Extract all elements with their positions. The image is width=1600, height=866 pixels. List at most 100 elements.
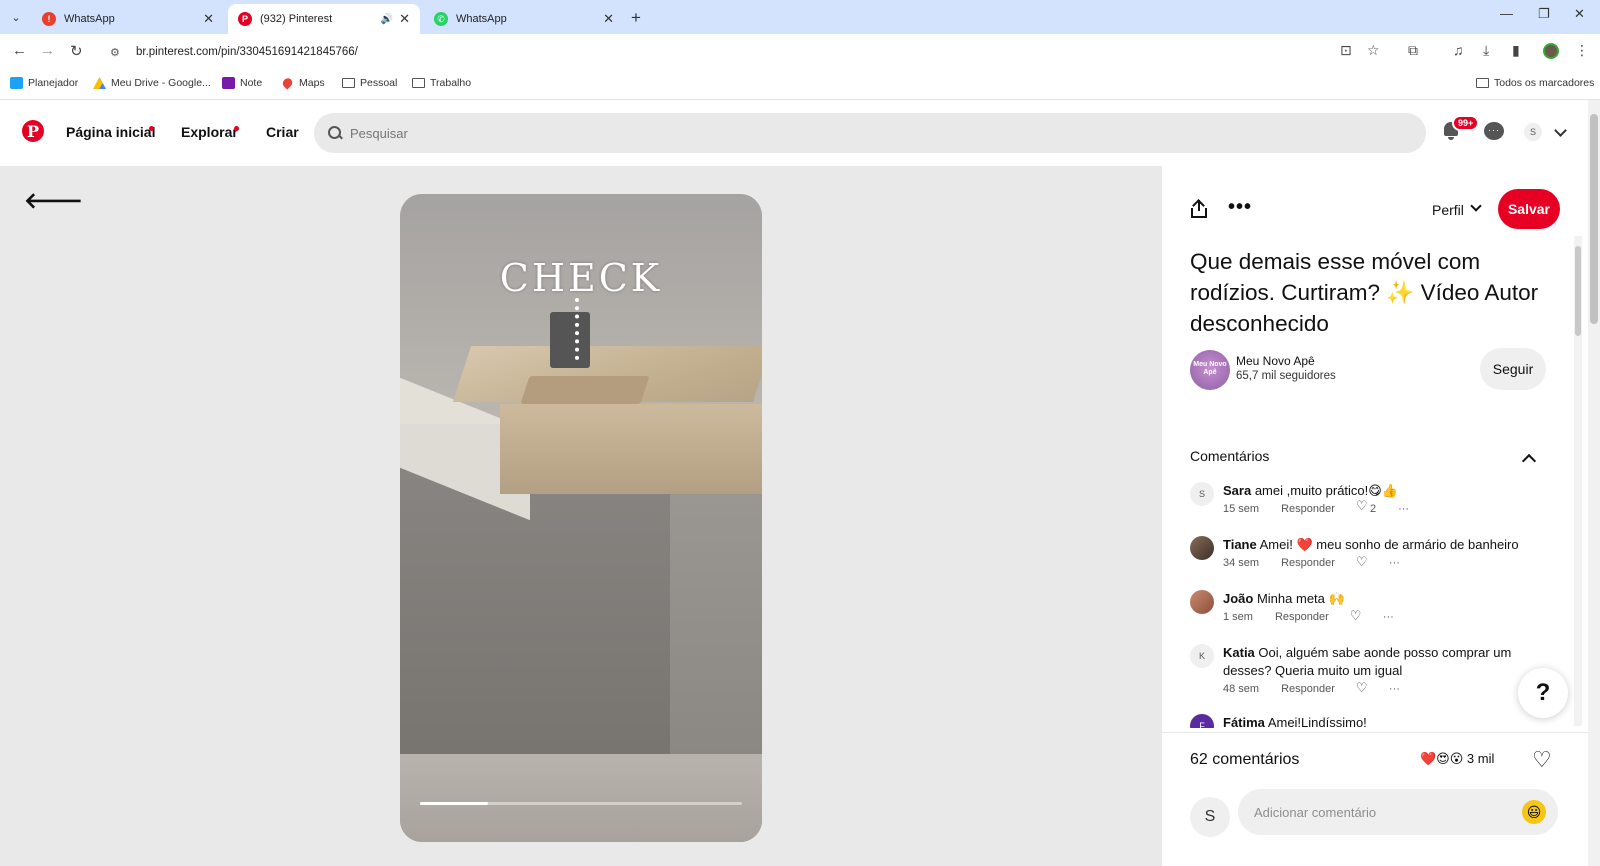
back-arrow-icon[interactable]: 🡐 <box>24 188 83 214</box>
new-tab-icon[interactable]: + <box>631 8 641 28</box>
save-button[interactable]: Salvar <box>1498 189 1560 229</box>
commenter-avatar[interactable]: K <box>1190 644 1214 668</box>
comment-like[interactable]: 2 <box>1356 498 1376 515</box>
close-tab-icon[interactable]: ✕ <box>399 11 410 27</box>
comment-more-icon[interactable]: ··· <box>1398 503 1409 515</box>
restore-icon[interactable]: ❐ <box>1538 6 1550 22</box>
all-bookmarks[interactable]: Todos os marcadores <box>1476 77 1594 89</box>
download-icon[interactable]: ⤓ <box>1483 42 1489 59</box>
add-comment-input[interactable] <box>1254 804 1494 820</box>
install-app-icon[interactable]: ⊡ <box>1340 42 1352 59</box>
nav-create[interactable]: Criar <box>266 124 299 140</box>
close-window-icon[interactable]: ✕ <box>1574 6 1585 22</box>
bookmark-folder-trabalho[interactable]: Trabalho <box>412 77 471 89</box>
share-icon[interactable] <box>1190 199 1208 218</box>
react-heart-icon[interactable]: ♡ <box>1532 747 1552 773</box>
help-button[interactable]: ? <box>1518 668 1568 718</box>
nav-explore[interactable]: Explorar <box>181 124 238 140</box>
comment-text: João Minha meta 🙌 <box>1223 590 1550 608</box>
comment-author[interactable]: Katia <box>1223 645 1255 660</box>
collapse-chevron-up-icon[interactable] <box>1521 453 1537 469</box>
nav-home[interactable]: Página inicial <box>66 124 155 140</box>
chrome-menu-icon[interactable]: ⋮ <box>1575 42 1589 59</box>
comments-scrollbar-thumb[interactable] <box>1575 246 1581 336</box>
commenter-avatar[interactable]: F <box>1190 714 1214 728</box>
heart-icon[interactable] <box>1356 680 1368 696</box>
comments-heading[interactable]: Comentários <box>1190 448 1269 464</box>
comment-more-icon[interactable]: ··· <box>1389 683 1400 695</box>
address-bar[interactable]: ⚙ br.pinterest.com/pin/33045169142184576… <box>100 38 1380 66</box>
emoji-picker-icon[interactable]: 😃 <box>1522 800 1546 824</box>
creator-followers: 65,7 mil seguidores <box>1236 370 1336 382</box>
more-options-icon[interactable]: ••• <box>1228 196 1252 219</box>
bookmark-planejador[interactable]: Planejador <box>10 77 78 89</box>
comments-scrollbar[interactable] <box>1574 236 1582 726</box>
bookmark-note[interactable]: Note <box>222 77 262 89</box>
minimize-icon[interactable]: — <box>1500 6 1513 21</box>
heart-icon[interactable] <box>1350 608 1362 624</box>
add-comment-field[interactable]: 😃 <box>1238 789 1558 835</box>
bookmark-label: Todos os marcadores <box>1494 77 1595 89</box>
search-bar[interactable] <box>314 113 1426 153</box>
reload-icon[interactable]: ↻ <box>70 42 83 60</box>
media-control-icon[interactable]: ♫ <box>1453 42 1464 58</box>
comment-more-icon[interactable]: ··· <box>1389 557 1400 569</box>
close-tab-icon[interactable]: ✕ <box>203 11 214 27</box>
comment-author[interactable]: Sara <box>1223 483 1251 498</box>
reply-link[interactable]: Responder <box>1281 683 1335 695</box>
comment-meta: 1 sem Responder ··· <box>1223 608 1394 624</box>
board-chevron-down-icon[interactable] <box>1470 200 1482 212</box>
comment-more-icon[interactable]: ··· <box>1383 611 1394 623</box>
comment-author[interactable]: Tiane <box>1223 537 1257 552</box>
bookmark-google-drive[interactable]: Meu Drive - Google... <box>93 77 211 89</box>
pinterest-logo-icon[interactable]: P <box>22 120 44 142</box>
reply-link[interactable]: Responder <box>1281 557 1335 569</box>
my-avatar[interactable]: S <box>1190 797 1230 837</box>
heart-icon <box>1356 498 1368 514</box>
reply-link[interactable]: Responder <box>1275 611 1329 623</box>
browser-tab-whatsapp-2[interactable]: ✆ WhatsApp ✕ <box>424 4 624 34</box>
speaker-icon[interactable]: 🔊 <box>381 14 393 25</box>
messages-icon[interactable]: ··· <box>1484 122 1504 140</box>
browser-tab-strip: ⌄ ! WhatsApp ✕ P (932) Pinterest 🔊 ✕ ✆ W… <box>0 0 1600 34</box>
whatsapp-favicon-icon: ✆ <box>434 12 448 26</box>
creator-avatar[interactable]: Meu Novo Apê <box>1190 350 1230 390</box>
heart-icon[interactable] <box>1356 554 1368 570</box>
search-input[interactable] <box>350 125 1350 141</box>
close-tab-icon[interactable]: ✕ <box>603 11 614 27</box>
user-avatar[interactable]: S <box>1524 123 1542 141</box>
page-scrollbar[interactable] <box>1588 100 1600 866</box>
comment-meta: 15 sem Responder 2 ··· <box>1223 498 1409 515</box>
creator-name[interactable]: Meu Novo Apê <box>1236 354 1315 368</box>
side-panel-icon[interactable]: ▮ <box>1512 42 1520 59</box>
chrome-profile-avatar[interactable] <box>1543 43 1559 59</box>
bookmark-star-icon[interactable]: ☆ <box>1367 42 1380 59</box>
browser-tab-whatsapp-1[interactable]: ! WhatsApp ✕ <box>32 4 224 34</box>
tab-search-icon[interactable]: ⌄ <box>6 7 26 27</box>
forward-arrow-icon[interactable]: → <box>40 42 55 59</box>
comment-text: Fátima Amei!Lindíssimo! <box>1223 714 1550 728</box>
account-chevron-down-icon[interactable] <box>1554 124 1567 137</box>
follow-button[interactable]: Seguir <box>1480 348 1546 390</box>
comment-text: Sara amei ,muito prático!😋👍 <box>1223 482 1550 500</box>
comment-author[interactable]: Fátima <box>1223 715 1265 728</box>
url-text: br.pinterest.com/pin/330451691421845766/ <box>136 46 358 58</box>
bookmark-maps[interactable]: Maps <box>280 76 325 90</box>
site-info-icon[interactable]: ⚙ <box>110 46 130 59</box>
tab-title: (932) Pinterest <box>260 13 333 25</box>
commenter-avatar[interactable] <box>1190 536 1214 560</box>
commenter-avatar[interactable]: S <box>1190 482 1214 506</box>
back-arrow-icon[interactable]: ← <box>12 42 27 59</box>
browser-tab-pinterest[interactable]: P (932) Pinterest 🔊 ✕ <box>228 4 420 34</box>
video-progress-bar[interactable] <box>420 802 742 805</box>
reply-link[interactable]: Responder <box>1281 503 1335 515</box>
commenter-avatar[interactable] <box>1190 590 1214 614</box>
pin-video[interactable]: CHECK <box>400 194 762 842</box>
bookmark-folder-pessoal[interactable]: Pessoal <box>342 77 397 89</box>
page-scrollbar-thumb[interactable] <box>1590 114 1598 324</box>
comment-author[interactable]: João <box>1223 591 1253 606</box>
video-overlay-text: CHECK <box>499 256 663 300</box>
reactions-summary[interactable]: ❤️😍😮 3 mil <box>1420 751 1494 767</box>
extensions-icon[interactable]: ⧉ <box>1408 42 1418 59</box>
board-selector[interactable]: Perfil <box>1432 202 1464 218</box>
